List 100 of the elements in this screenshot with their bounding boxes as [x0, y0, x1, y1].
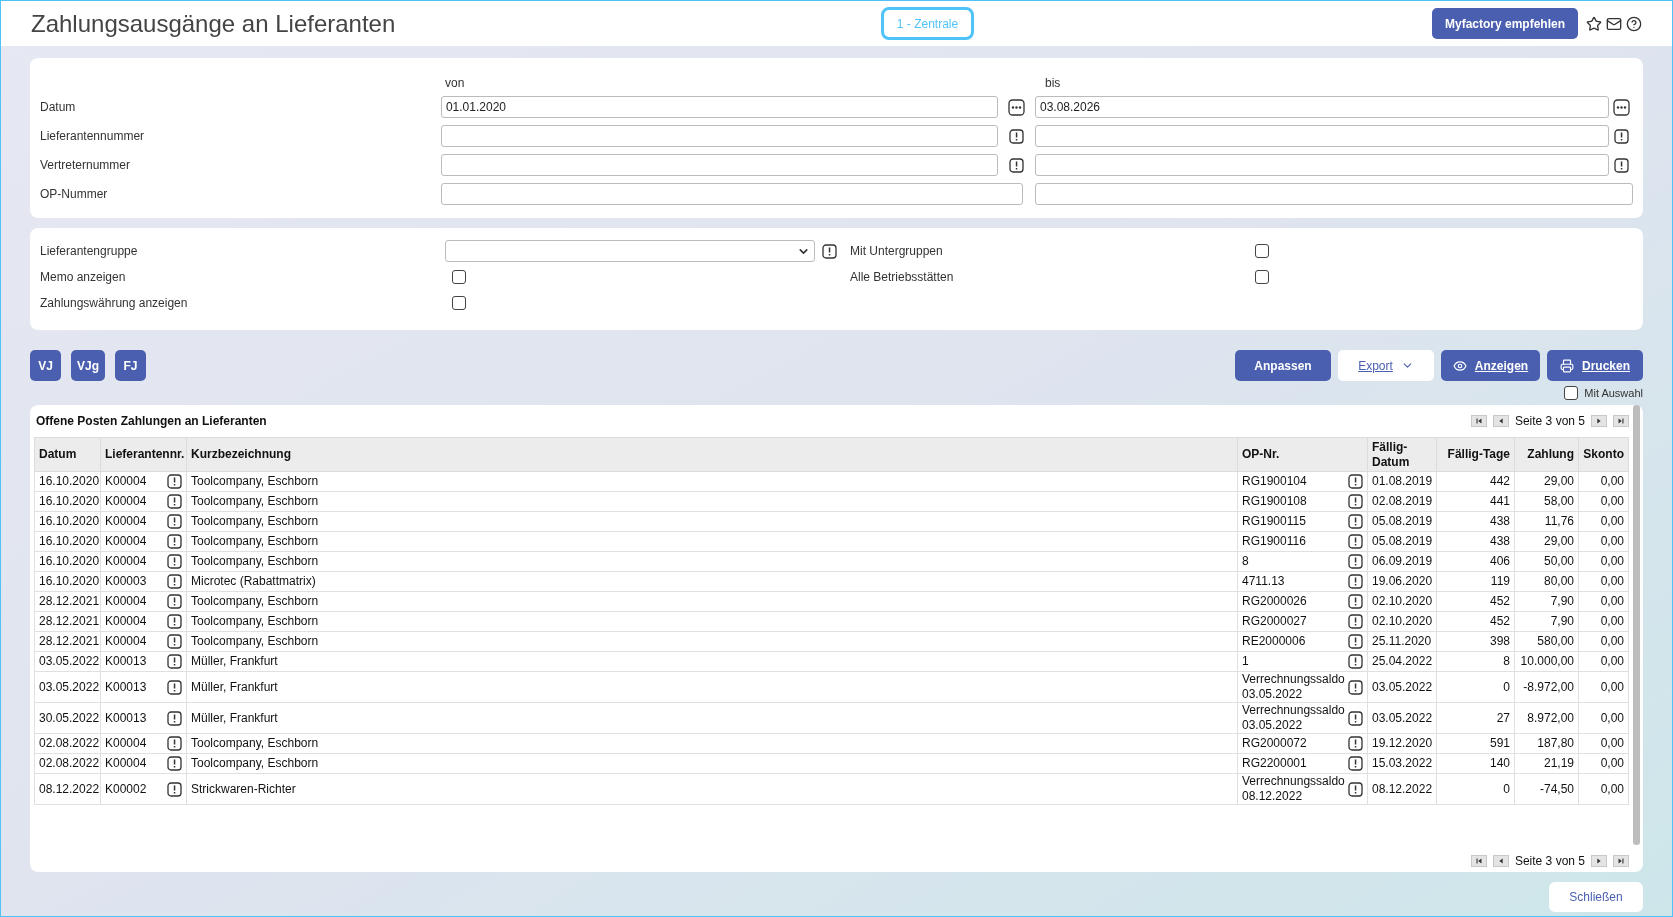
info-icon[interactable] [167, 614, 182, 629]
option-label: Alle Betriebsstätten [850, 269, 955, 286]
info-icon[interactable] [1348, 494, 1363, 509]
input-field[interactable] [440, 154, 999, 176]
period-button[interactable]: FJ [115, 350, 146, 381]
adjust-button[interactable]: Anpassen [1235, 350, 1331, 381]
info-icon[interactable] [167, 514, 182, 529]
info-icon[interactable] [1348, 710, 1363, 726]
table-cell: 08.12.2022 [1372, 781, 1433, 796]
info-icon[interactable] [1348, 554, 1363, 569]
input-field[interactable]: 03.08.2026 [1035, 96, 1610, 118]
table-cell: 02.08.2019 [1372, 494, 1433, 508]
info-icon[interactable] [1348, 679, 1363, 695]
show-button[interactable]: Anzeigen [1441, 350, 1540, 381]
more-icon[interactable] [1612, 98, 1630, 116]
table-cell: 02.08.2022 [39, 736, 100, 750]
info-icon[interactable] [1348, 781, 1363, 797]
prev-page-icon[interactable] [1492, 855, 1509, 867]
input-field[interactable] [440, 125, 999, 147]
help-icon[interactable] [1626, 15, 1642, 32]
input-field[interactable] [1035, 125, 1610, 147]
star-icon[interactable] [1586, 15, 1602, 32]
table-cell: 0,00 [1600, 574, 1624, 588]
prev-page-icon[interactable] [1492, 415, 1509, 427]
info-icon[interactable] [1009, 128, 1025, 144]
page-indicator: Seite 3 von 5 [1514, 853, 1585, 870]
info-icon[interactable] [167, 634, 182, 649]
input-field[interactable]: 01.01.2020 [440, 96, 999, 118]
table-cell-text: RG1900108 [1242, 494, 1308, 509]
info-icon[interactable] [1613, 128, 1629, 144]
info-icon[interactable] [167, 574, 182, 589]
info-icon[interactable] [1348, 654, 1363, 669]
info-icon[interactable] [1009, 157, 1025, 173]
more-icon[interactable] [1008, 98, 1026, 116]
column-header[interactable]: OP-Nr. [1242, 447, 1280, 461]
input-field[interactable] [440, 183, 1024, 205]
column-header[interactable]: Kurzbezeichnung [191, 447, 291, 461]
info-icon[interactable] [1348, 736, 1363, 751]
first-page-icon[interactable] [1470, 415, 1487, 427]
input-field[interactable] [1035, 154, 1610, 176]
info-icon[interactable] [167, 494, 182, 509]
table-cell: Müller, Frankfurt [191, 710, 278, 725]
table-cell-text: RG1900104 [1242, 474, 1308, 489]
info-icon[interactable] [167, 474, 182, 489]
table-cell: K00004 [105, 514, 147, 529]
info-icon[interactable] [1348, 474, 1363, 489]
table-title: Offene Posten Zahlungen an Lieferanten [36, 413, 268, 430]
scrollbar[interactable] [1633, 405, 1640, 845]
first-page-icon[interactable] [1470, 855, 1487, 867]
info-icon[interactable] [1348, 514, 1363, 529]
period-button[interactable]: VJg [71, 350, 105, 381]
info-icon[interactable] [167, 679, 182, 695]
info-icon[interactable] [1348, 594, 1363, 609]
table-cell: 8 [1503, 654, 1510, 668]
table-cell: Toolcompany, Eschborn [191, 494, 319, 508]
info-icon[interactable] [1348, 634, 1363, 649]
table-cell: 10.000,00 [1520, 654, 1574, 668]
info-icon[interactable] [167, 756, 182, 771]
table-cell: 580,00 [1537, 634, 1574, 648]
info-icon[interactable] [822, 243, 837, 259]
period-button[interactable]: VJ [30, 350, 61, 381]
info-icon[interactable] [1348, 756, 1363, 771]
next-page-icon[interactable] [1591, 415, 1607, 427]
table-cell: 01.08.2019 [1372, 474, 1433, 488]
info-icon[interactable] [1613, 157, 1629, 173]
table-cell: 0,00 [1600, 534, 1624, 548]
printer-icon [1560, 358, 1574, 373]
input-field[interactable] [1035, 183, 1633, 205]
info-icon[interactable] [167, 554, 182, 569]
export-dropdown[interactable]: Export [1338, 350, 1434, 381]
table-cell: Toolcompany, Eschborn [191, 514, 319, 528]
table-cell: 0,00 [1600, 494, 1624, 508]
last-page-icon[interactable] [1613, 855, 1629, 867]
table-cell: 28.12.2021 [39, 634, 100, 648]
table-cell: 438 [1489, 534, 1510, 548]
table-cell: 19.12.2020 [1372, 736, 1433, 750]
info-icon[interactable] [1348, 614, 1363, 629]
info-icon[interactable] [167, 534, 182, 549]
eye-icon [1452, 358, 1467, 373]
checkbox[interactable] [452, 270, 466, 284]
next-page-icon[interactable] [1591, 855, 1607, 867]
info-icon[interactable] [167, 736, 182, 751]
checkbox[interactable] [1255, 244, 1269, 258]
info-icon[interactable] [167, 594, 182, 609]
table-cell: 0 [1503, 679, 1510, 694]
info-icon[interactable] [1348, 534, 1363, 549]
table-cell: 19.06.2020 [1372, 574, 1433, 588]
checkbox[interactable] [1255, 270, 1269, 284]
close-button[interactable]: Schließen [1549, 882, 1643, 912]
recommend-button[interactable]: Myfactory empfehlen [1431, 8, 1578, 39]
checkbox[interactable] [1564, 386, 1579, 401]
info-icon[interactable] [167, 710, 182, 726]
print-button[interactable]: Drucken [1547, 350, 1643, 381]
checkbox[interactable] [452, 296, 466, 310]
info-icon[interactable] [167, 654, 182, 669]
table-cell: 03.05.2022 [1372, 679, 1433, 694]
mail-icon[interactable] [1606, 15, 1622, 32]
info-icon[interactable] [167, 781, 182, 797]
last-page-icon[interactable] [1613, 415, 1629, 427]
info-icon[interactable] [1348, 574, 1363, 589]
